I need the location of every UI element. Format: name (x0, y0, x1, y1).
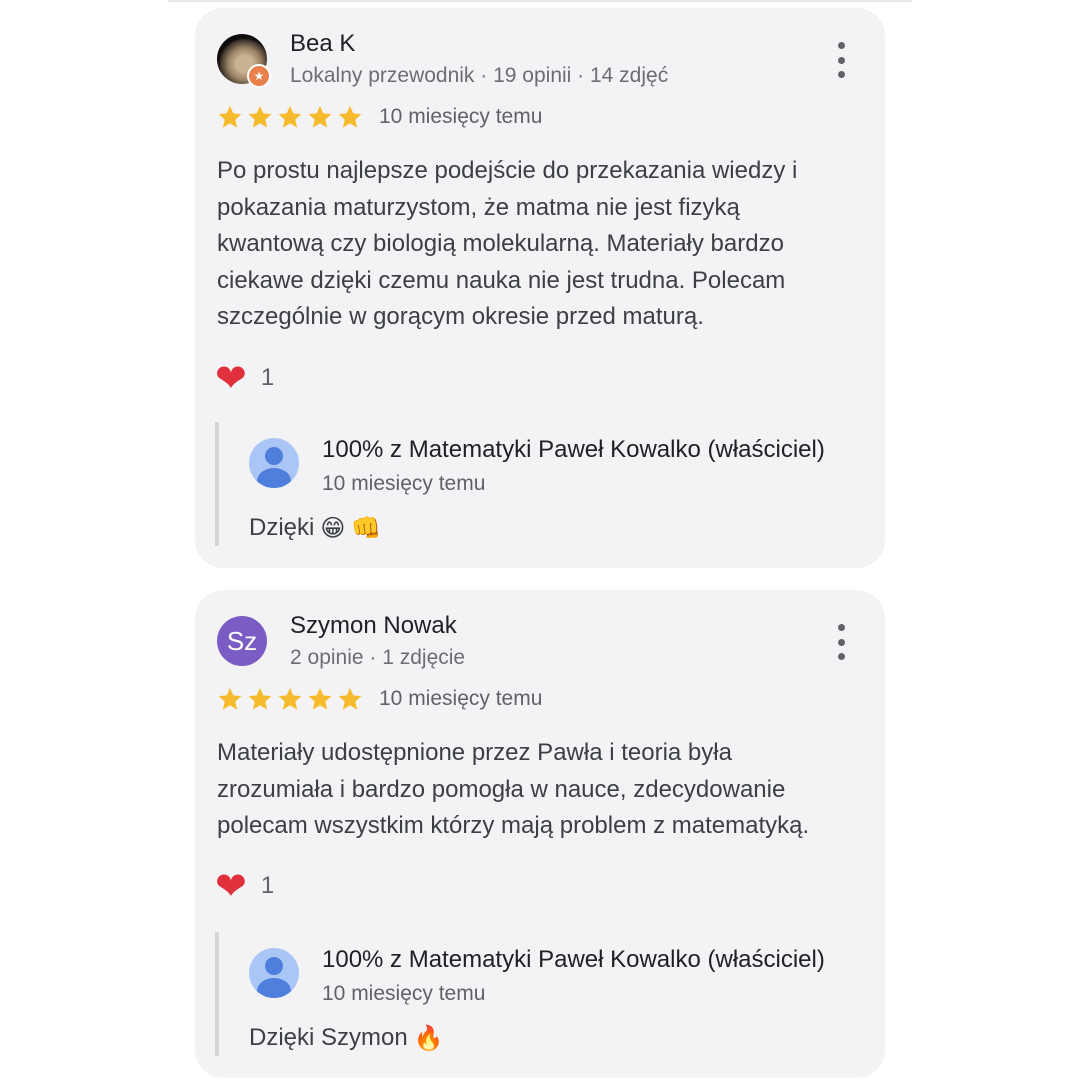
star-icon (338, 687, 362, 710)
reply-text: Dzięki 😁 👊 (249, 514, 381, 542)
reply-text-content: Dzięki (249, 514, 315, 541)
owner-avatar-icon (249, 948, 299, 998)
avatar[interactable]: Sz (217, 616, 267, 666)
reply-text: Dzięki Szymon 🔥 (249, 1024, 444, 1052)
local-guide-star-icon: ★ (247, 64, 271, 88)
star-icon (338, 105, 362, 128)
reply-date: 10 miesięcy temu (322, 472, 486, 495)
star-icon (308, 687, 332, 710)
review-card: ★ Bea K Lokalny przewodnik · 19 opinii ·… (195, 8, 885, 568)
owner-name: 100% z Matematyki Paweł Kowalko (właścic… (322, 436, 825, 463)
more-options-button[interactable] (825, 624, 857, 660)
reply-date: 10 miesięcy temu (322, 982, 486, 1005)
star-icon (248, 105, 272, 128)
owner-reply: 100% z Matematyki Paweł Kowalko (właścic… (215, 932, 879, 1056)
more-vert-icon (837, 42, 845, 49)
heart-icon: ❤ (215, 356, 247, 400)
reviewer-name[interactable]: Bea K (290, 30, 355, 58)
heart-icon: ❤ (215, 864, 247, 908)
star-rating (217, 686, 363, 712)
review-text: Materiały udostępnione przez Pawła i teo… (217, 739, 810, 839)
reaction-button[interactable]: ❤ 1 (215, 358, 274, 398)
reaction-button[interactable]: ❤ 1 (215, 866, 274, 906)
rating-row: 10 miesięcy temu (217, 104, 542, 130)
divider (168, 0, 912, 2)
reviewer-meta: 2 opinie · 1 zdjęcie (290, 646, 466, 669)
rating-row: 10 miesięcy temu (217, 686, 542, 712)
review-date: 10 miesięcy temu (379, 105, 543, 128)
review-date: 10 miesięcy temu (379, 687, 543, 710)
reply-text-content: Dzięki Szymon (249, 1024, 408, 1051)
reaction-count: 1 (260, 364, 275, 391)
review-text: Po prostu najlepsze podejście do przekaz… (217, 157, 798, 330)
owner-avatar-icon (249, 438, 299, 488)
reviewer-name[interactable]: Szymon Nowak (290, 612, 457, 640)
more-vert-icon (837, 624, 845, 631)
grin-emoji-icon: 😁 (320, 514, 346, 542)
fire-emoji-icon: 🔥 (413, 1024, 444, 1052)
star-icon (248, 687, 272, 710)
star-icon (308, 105, 332, 128)
more-options-button[interactable] (825, 42, 857, 78)
star-icon (278, 105, 302, 128)
owner-name: 100% z Matematyki Paweł Kowalko (właścic… (322, 946, 825, 973)
reaction-count: 1 (260, 872, 275, 899)
star-icon (278, 687, 302, 710)
star-rating (217, 104, 363, 130)
fist-emoji-icon: 👊 (351, 514, 382, 542)
reviewer-meta: Lokalny przewodnik · 19 opinii · 14 zdję… (290, 64, 669, 87)
star-icon (218, 687, 242, 710)
review-card: Sz Szymon Nowak 2 opinie · 1 zdjęcie 10 … (195, 590, 885, 1078)
star-icon (218, 105, 242, 128)
owner-reply: 100% z Matematyki Paweł Kowalko (właścic… (215, 422, 879, 546)
